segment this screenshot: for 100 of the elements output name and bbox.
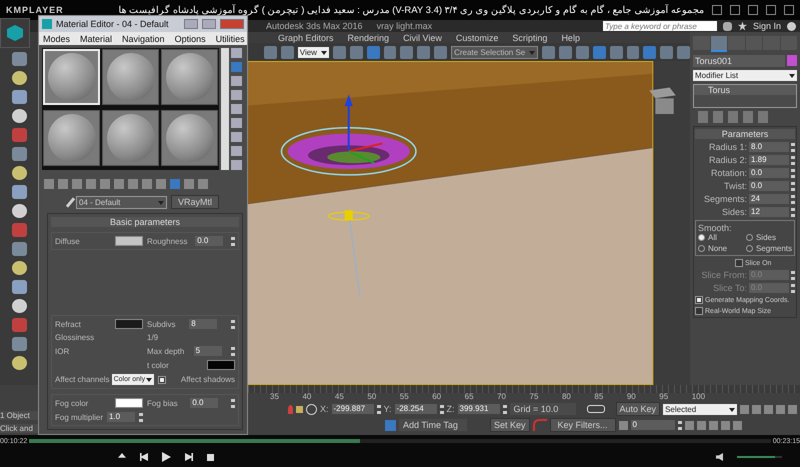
- pin-icon[interactable]: [288, 404, 293, 414]
- lock-icon[interactable]: [296, 406, 303, 412]
- radio-option[interactable]: None: [698, 244, 744, 253]
- toolbar-button[interactable]: [12, 261, 26, 275]
- number-field[interactable]: 5: [194, 346, 222, 356]
- sign-in-link[interactable]: Sign In: [752, 21, 781, 31]
- number-field[interactable]: 1.89: [749, 155, 789, 165]
- number-field[interactable]: 12: [749, 207, 789, 217]
- speaker-icon[interactable]: [716, 453, 723, 461]
- spinner-icon[interactable]: [230, 346, 235, 356]
- key-mode-dropdown[interactable]: Selected: [663, 404, 738, 414]
- spinner-icon[interactable]: [138, 412, 143, 422]
- rollout-header[interactable]: Basic parameters: [51, 217, 239, 227]
- menu-item[interactable]: Help: [561, 32, 580, 42]
- number-field[interactable]: 8: [189, 319, 218, 329]
- spinner-icon[interactable]: [502, 404, 507, 414]
- color-swatch[interactable]: [115, 319, 143, 329]
- toolbar-button[interactable]: [12, 52, 26, 66]
- number-field[interactable]: 0.0: [190, 398, 218, 408]
- application-button[interactable]: [0, 18, 30, 48]
- color-swatch[interactable]: [115, 398, 143, 408]
- next-button[interactable]: [185, 453, 193, 461]
- menu-item[interactable]: Navigation: [122, 34, 165, 44]
- number-field[interactable]: 8.0: [749, 142, 789, 152]
- color-swatch[interactable]: [115, 236, 143, 246]
- checkbox-icon[interactable]: [158, 376, 166, 384]
- color-swatch[interactable]: [207, 360, 235, 370]
- modifier-stack-item[interactable]: Torus: [694, 85, 796, 95]
- add-time-tag-button[interactable]: Add Time Tag: [399, 419, 467, 431]
- radio-option[interactable]: Segments: [746, 244, 792, 253]
- number-field[interactable]: 24: [749, 194, 789, 204]
- eyedropper-icon[interactable]: [66, 196, 76, 208]
- key-filters-button[interactable]: Key Filters...: [550, 418, 616, 432]
- crosshair-icon[interactable]: [306, 404, 317, 414]
- toolbar-button[interactable]: [12, 90, 26, 104]
- toolbar-button[interactable]: [12, 147, 26, 161]
- radio-option[interactable]: Sides: [746, 233, 792, 242]
- spinner-icon[interactable]: [230, 236, 235, 246]
- time-ruler[interactable]: 35 40 45 50 55 60 65 70 75 80 85 90 95 100: [248, 385, 800, 401]
- object-name-field[interactable]: Torus001: [693, 55, 785, 67]
- rollout-header[interactable]: Parameters: [695, 129, 795, 139]
- number-field[interactable]: 1.0: [107, 412, 135, 422]
- frame-field[interactable]: 0: [630, 420, 675, 430]
- material-slot[interactable]: [102, 49, 159, 105]
- toolbar-button[interactable]: [12, 204, 26, 218]
- view-dropdown[interactable]: View: [298, 46, 329, 58]
- toolbar-button[interactable]: [12, 337, 26, 351]
- stop-button[interactable]: [207, 454, 214, 460]
- panel-tab[interactable]: [710, 36, 727, 52]
- material-name-dropdown[interactable]: 04 - Default: [76, 196, 167, 208]
- play-button[interactable]: [162, 452, 171, 462]
- coordinate-field[interactable]: -28.254: [394, 404, 437, 414]
- menu-item[interactable]: Material: [80, 34, 112, 44]
- number-field[interactable]: 0.0: [195, 236, 224, 246]
- spinner-icon[interactable]: [440, 404, 444, 414]
- time-tag-icon[interactable]: [385, 420, 396, 430]
- coordinate-field[interactable]: -299.887: [332, 404, 374, 414]
- toolbar-button[interactable]: [12, 356, 26, 370]
- material-slot[interactable]: [43, 110, 100, 166]
- toolbar-button[interactable]: [12, 166, 26, 180]
- spinner-icon[interactable]: [376, 404, 381, 414]
- selection-set-dropdown[interactable]: Create Selection Se: [451, 46, 538, 58]
- maximize-button[interactable]: [202, 19, 216, 29]
- spinner-icon[interactable]: [678, 420, 682, 430]
- material-type-button[interactable]: VRayMtl: [171, 195, 219, 209]
- material-slot[interactable]: [161, 110, 218, 166]
- key-icon[interactable]: [586, 405, 605, 413]
- menu-item[interactable]: Graph Editors: [278, 32, 334, 42]
- previous-button[interactable]: [140, 453, 148, 461]
- toolbar-button[interactable]: [12, 185, 26, 199]
- help-icon[interactable]: [787, 22, 796, 30]
- toolbar-button[interactable]: [12, 299, 26, 313]
- menu-item[interactable]: Modes: [43, 34, 70, 44]
- menu-item[interactable]: Options: [174, 34, 206, 44]
- playback-button[interactable]: [618, 420, 628, 430]
- minimize-button[interactable]: [184, 19, 198, 29]
- auto-key-button[interactable]: Auto Key: [616, 402, 660, 416]
- menu-item[interactable]: Civil View: [403, 32, 442, 42]
- seek-bar[interactable]: [29, 439, 771, 443]
- material-slot[interactable]: [102, 110, 159, 166]
- spinner-icon[interactable]: [231, 320, 235, 328]
- object-color-swatch[interactable]: [787, 55, 797, 66]
- number-field[interactable]: 0.0: [749, 181, 789, 191]
- material-slot[interactable]: [161, 49, 218, 105]
- search-field[interactable]: Type a keyword or phrase: [602, 21, 717, 31]
- binoculars-icon[interactable]: [722, 22, 732, 30]
- toolbar-button[interactable]: [12, 109, 26, 123]
- menu-item[interactable]: Customize: [456, 32, 498, 42]
- toolbar-button[interactable]: [12, 71, 26, 85]
- menu-item[interactable]: Scripting: [512, 32, 548, 42]
- menu-item[interactable]: Utilities: [216, 34, 245, 44]
- toolbar-button[interactable]: [12, 242, 26, 256]
- curve-icon[interactable]: [532, 419, 547, 431]
- radio-option[interactable]: All: [698, 233, 744, 242]
- modifier-list-dropdown[interactable]: Modifier List: [693, 70, 797, 81]
- scrollbar[interactable]: [221, 48, 229, 170]
- coordinate-field[interactable]: 399.931: [458, 404, 500, 414]
- menu-item[interactable]: Rendering: [348, 32, 390, 42]
- set-key-button[interactable]: Set Key: [490, 418, 530, 432]
- toolbar-button[interactable]: [12, 280, 26, 294]
